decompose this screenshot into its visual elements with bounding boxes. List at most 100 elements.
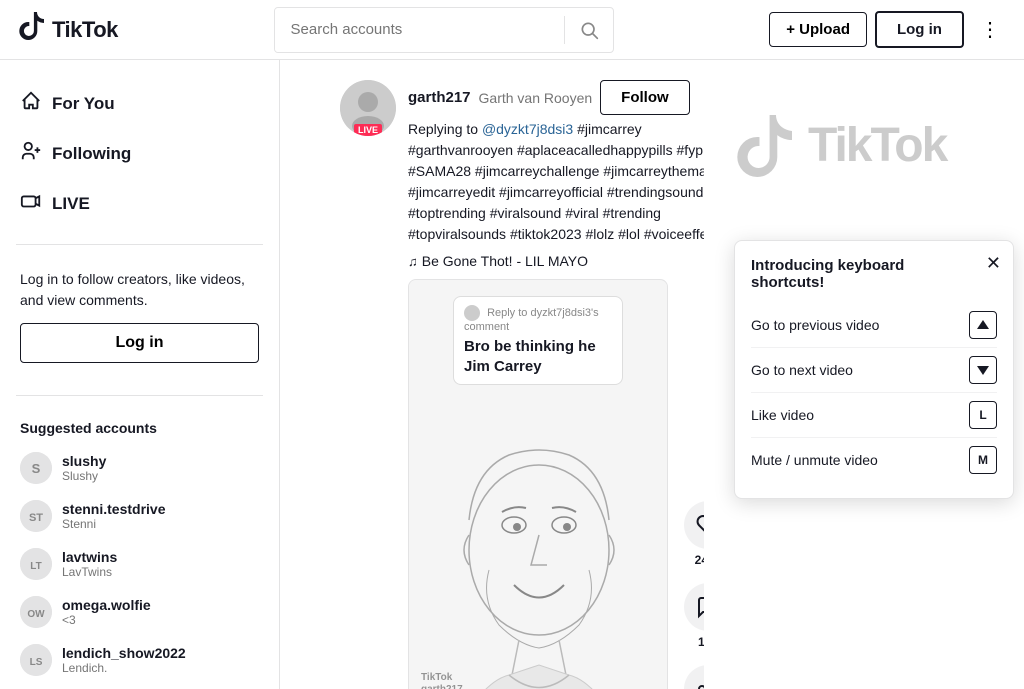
svg-text:LS: LS <box>30 657 43 668</box>
avatar-slushy: S <box>20 452 52 484</box>
replying-to-user[interactable]: @dyzkt7j8dsi3 <box>482 121 573 137</box>
video-post-1: LIVE garth217 Garth van Rooyen Follow Re… <box>340 80 704 689</box>
account-info-stenni: stenni.testdrive Stenni <box>62 501 165 531</box>
shortcut-next-key <box>969 356 997 384</box>
account-username-omega: omega.wolfie <box>62 597 151 613</box>
shortcut-like-key: L <box>969 401 997 429</box>
following-label: Following <box>52 144 131 164</box>
account-display-lendich: Lendich. <box>62 661 186 675</box>
feed: LIVE garth217 Garth van Rooyen Follow Re… <box>280 60 704 689</box>
svg-text:LT: LT <box>30 561 41 572</box>
large-tiktok-text: TikTok <box>808 118 946 173</box>
shortcuts-title: Introducing keyboard shortcuts! <box>751 257 997 291</box>
search-button[interactable] <box>565 8 613 52</box>
login-promo-button[interactable]: Log in <box>20 323 259 363</box>
like-button[interactable]: 2488 <box>684 501 704 567</box>
post-username-garth217[interactable]: garth217 <box>408 89 471 106</box>
keyboard-shortcuts-popup: ✕ Introducing keyboard shortcuts! Go to … <box>734 240 1014 499</box>
main-nav: For You Following LIVE <box>8 80 271 228</box>
shortcut-prev-key <box>969 311 997 339</box>
account-display-omega: <3 <box>62 613 151 627</box>
comment-button[interactable]: 177 <box>684 583 704 649</box>
reply-bubble-prompt: Reply to dyzkt7j8dsi3's comment <box>464 307 599 333</box>
suggested-account-slushy[interactable]: S slushy Slushy <box>8 444 271 492</box>
shortcut-like-label: Like video <box>751 407 814 423</box>
suggested-account-lendich[interactable]: LS lendich_show2022 Lendich. <box>8 636 271 684</box>
shortcuts-close-button[interactable]: ✕ <box>986 253 1001 274</box>
suggested-account-omega[interactable]: OW omega.wolfie <3 <box>8 588 271 636</box>
account-username-slushy: slushy <box>62 453 106 469</box>
post-description-garth217: Replying to @dyzkt7j8dsi3 #jimcarrey #ga… <box>408 119 704 245</box>
shortcut-mute-video: Mute / unmute video M <box>751 438 997 482</box>
music-label: Be Gone Thot! - LIL MAYO <box>422 253 588 269</box>
shortcut-like-video: Like video L <box>751 393 997 438</box>
main-layout: For You Following LIVE <box>0 60 1024 689</box>
post-displayname-garth217: Garth van Rooyen <box>479 90 593 106</box>
account-display-lavtwins: LavTwins <box>62 565 117 579</box>
suggested-account-lavtwins[interactable]: LT lavtwins LavTwins <box>8 540 271 588</box>
account-info-slushy: slushy Slushy <box>62 453 106 483</box>
hashtags: #jimcarrey #garthvanrooyen #aplaceacalle… <box>408 121 704 242</box>
home-icon <box>20 90 42 118</box>
video-thumbnail-garth217[interactable]: Reply to dyzkt7j8dsi3's comment Bro be t… <box>408 279 668 689</box>
account-info-lendich: lendich_show2022 Lendich. <box>62 645 186 675</box>
music-icon: ♫ <box>408 254 418 269</box>
replying-to-text: Replying to <box>408 121 482 137</box>
account-display-slushy: Slushy <box>62 469 106 483</box>
more-options-button[interactable]: ⋮ <box>972 9 1008 50</box>
share-button[interactable]: 52 <box>684 665 704 689</box>
shortcut-mute-key: M <box>969 446 997 474</box>
post-music-garth217[interactable]: ♫ Be Gone Thot! - LIL MAYO <box>408 253 704 269</box>
live-icon <box>20 190 42 218</box>
large-tiktok-icon <box>730 110 800 180</box>
account-info-omega: omega.wolfie <3 <box>62 597 151 627</box>
reply-bubble-header: Reply to dyzkt7j8dsi3's comment <box>464 305 612 333</box>
account-username-lavtwins: lavtwins <box>62 549 117 565</box>
logo[interactable]: TikTok <box>16 10 118 49</box>
tiktok-logo-icon <box>16 10 48 49</box>
search-bar <box>274 7 614 53</box>
reply-avatar-small <box>464 305 480 321</box>
account-display-stenni: Stenni <box>62 517 165 531</box>
shortcut-mute-label: Mute / unmute video <box>751 452 878 468</box>
upload-button[interactable]: + Upload <box>769 12 867 47</box>
video-area-garth217: Reply to dyzkt7j8dsi3's comment Bro be t… <box>408 279 704 689</box>
search-input[interactable] <box>275 8 564 52</box>
see-all-button[interactable]: See all <box>8 684 271 689</box>
live-label: LIVE <box>52 194 90 214</box>
header-actions: + Upload Log in ⋮ <box>769 9 1008 50</box>
right-panel: TikTok ✕ Introducing keyboard shortcuts!… <box>704 60 1024 689</box>
suggested-divider <box>16 395 263 396</box>
account-username-lendich: lendich_show2022 <box>62 645 186 661</box>
avatar-lavtwins: LT <box>20 548 52 580</box>
tiktok-logo-large: TikTok <box>730 110 1008 180</box>
svg-text:garth217: garth217 <box>421 684 463 689</box>
sidebar: For You Following LIVE <box>0 60 280 689</box>
account-info-lavtwins: lavtwins LavTwins <box>62 549 117 579</box>
post-header-garth217: garth217 Garth van Rooyen Follow <box>408 80 704 115</box>
nav-divider <box>16 244 263 245</box>
post-content-garth217: garth217 Garth van Rooyen Follow Replyin… <box>408 80 704 689</box>
sidebar-item-for-you[interactable]: For You <box>8 80 271 128</box>
follow-button-garth217[interactable]: Follow <box>600 80 690 115</box>
account-username-stenni: stenni.testdrive <box>62 501 165 517</box>
avatar-omega: OW <box>20 596 52 628</box>
comment-icon-circle <box>684 583 704 631</box>
login-button[interactable]: Log in <box>875 11 964 48</box>
suggested-account-stenni[interactable]: ST stenni.testdrive Stenni <box>8 492 271 540</box>
reply-bubble: Reply to dyzkt7j8dsi3's comment Bro be t… <box>453 296 623 385</box>
svg-text:ST: ST <box>29 512 43 524</box>
shortcut-next-label: Go to next video <box>751 362 853 378</box>
sidebar-item-following[interactable]: Following <box>8 130 271 178</box>
like-count: 2488 <box>695 553 704 567</box>
following-icon <box>20 140 42 168</box>
post-avatar-garth217[interactable]: LIVE <box>340 80 396 136</box>
shortcut-prev-video: Go to previous video <box>751 303 997 348</box>
sidebar-item-live[interactable]: LIVE <box>8 180 271 228</box>
svg-text:OW: OW <box>27 609 45 620</box>
login-promo-text: Log in to follow creators, like videos, … <box>20 271 245 308</box>
header: TikTok + Upload Log in ⋮ <box>0 0 1024 60</box>
svg-text:TikTok: TikTok <box>421 672 453 683</box>
video-actions-garth217: 2488 177 <box>684 501 704 689</box>
reply-bubble-content: Bro be thinking he Jim Carrey <box>464 337 612 376</box>
